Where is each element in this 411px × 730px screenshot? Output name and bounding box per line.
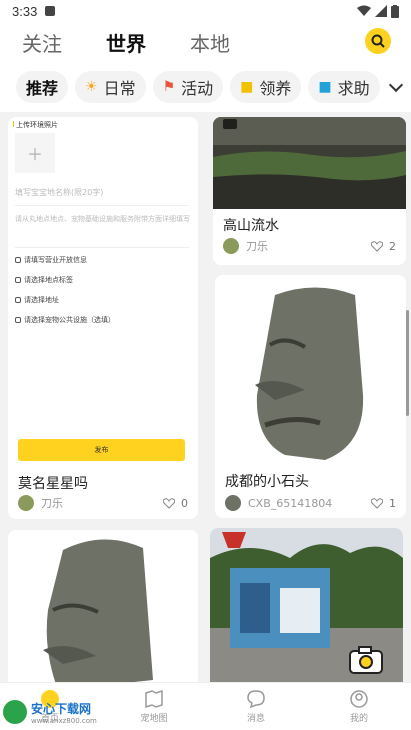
- scrollbar[interactable]: [406, 310, 409, 416]
- nav-messages[interactable]: 消息: [226, 689, 286, 724]
- add-photo-button[interactable]: ＋: [15, 133, 55, 173]
- category-daily[interactable]: ☀ 日常: [75, 71, 146, 103]
- author-name: CXB_65141804: [248, 496, 333, 510]
- sun-icon: ☀: [85, 79, 98, 95]
- name-placeholder: 填写宝宝地名称(限20字): [15, 188, 104, 197]
- category-activity[interactable]: ⚑ 活动: [152, 71, 224, 103]
- camera-button[interactable]: [349, 646, 383, 674]
- tab-local[interactable]: 本地: [190, 28, 230, 57]
- section-label: 上传环境照片: [13, 121, 58, 129]
- info-item: 请选择地址: [15, 295, 59, 305]
- status-bar: 3:33: [0, 0, 411, 22]
- watermark-url: www.anxz800.com: [31, 716, 97, 725]
- heart-icon: [371, 498, 383, 509]
- like-count: 0: [181, 497, 188, 510]
- category-bar: 推荐 ☀ 日常 ⚑ 活动 ■ 领养 ■ 求助: [0, 62, 411, 112]
- like-button[interactable]: 2: [371, 240, 396, 253]
- like-button[interactable]: 1: [371, 497, 396, 510]
- nav-profile[interactable]: 我的: [329, 689, 389, 724]
- divider: [15, 205, 189, 206]
- desc-placeholder: 请从丸地点地点、宠物基础设施和服务附带方面详细填写: [15, 215, 190, 223]
- category-help[interactable]: ■ 求助: [308, 71, 380, 103]
- post-card[interactable]: 成都的小石头 CXB_65141804 1: [215, 275, 406, 518]
- heart-icon: [371, 241, 383, 252]
- flag-icon: ⚑: [162, 79, 176, 95]
- top-tab-bar: 关注 世界 本地: [0, 22, 411, 62]
- info-text: 请选择地点标签: [24, 276, 73, 284]
- info-item: 请填写营业开放信息: [15, 255, 87, 265]
- notification-icon: [45, 6, 56, 16]
- category-recommend[interactable]: 推荐: [16, 71, 69, 103]
- profile-icon: [350, 690, 368, 708]
- camera-icon: [349, 646, 383, 674]
- category-adopt[interactable]: ■ 领养: [230, 71, 302, 103]
- nav-label: 宠地图: [140, 714, 168, 724]
- search-icon: [371, 34, 385, 48]
- post-card[interactable]: 上传环境照片 ＋ 填写宝宝地名称(限20字) 请从丸地点地点、宠物基础设施和服务…: [8, 117, 198, 519]
- category-label: 领养: [259, 79, 292, 98]
- info-text: 请填写营业开放信息: [24, 256, 87, 264]
- status-icons: [357, 4, 399, 18]
- info-text: 请选择宠物公共设施（选填）: [24, 316, 115, 324]
- nav-label: 消息: [246, 714, 265, 724]
- card-title: 高山流水: [223, 218, 279, 234]
- heart-icon: [163, 498, 175, 509]
- nav-label: 我的: [349, 714, 368, 724]
- info-item: 请选择宠物公共设施（选填）: [15, 315, 115, 325]
- status-time: 3:33: [12, 3, 38, 19]
- card-title: 成都的小石头: [225, 474, 309, 490]
- tab-follow[interactable]: 关注: [22, 28, 62, 57]
- tag-icon: [15, 277, 21, 283]
- card-author[interactable]: CXB_65141804: [225, 495, 332, 511]
- category-label: 求助: [337, 79, 370, 98]
- post-card[interactable]: 高山流水 刀乐 2: [213, 117, 406, 265]
- post-card[interactable]: [8, 530, 198, 690]
- post-card[interactable]: [210, 528, 403, 690]
- like-count: 1: [389, 497, 396, 510]
- signal-icon: [375, 5, 387, 17]
- category-label: 推荐: [26, 79, 59, 98]
- chevron-down-icon[interactable]: [388, 77, 404, 93]
- card-title: 莫名星星吗: [18, 476, 88, 492]
- map-icon: [145, 689, 163, 709]
- location-icon: [15, 297, 21, 303]
- clock-icon: [15, 257, 21, 263]
- category-label: 日常: [103, 79, 136, 98]
- like-button[interactable]: 0: [163, 497, 188, 510]
- nav-map[interactable]: 宠地图: [124, 689, 184, 724]
- wifi-icon: [357, 5, 371, 16]
- watermark-logo: [3, 700, 27, 724]
- message-icon: [247, 690, 265, 709]
- avatar: [223, 238, 239, 254]
- category-label: 活动: [181, 79, 214, 98]
- post-photo: [213, 117, 406, 209]
- publish-button[interactable]: 发布: [18, 439, 185, 461]
- like-count: 2: [389, 240, 396, 253]
- divider: [15, 247, 189, 248]
- battery-icon: [391, 4, 399, 18]
- cat-icon: ■: [240, 79, 254, 95]
- help-icon: ■: [318, 79, 332, 95]
- post-photo: [215, 275, 406, 465]
- search-button[interactable]: [365, 28, 391, 54]
- info-text: 请选择地址: [24, 296, 59, 304]
- card-author[interactable]: 刀乐: [18, 495, 63, 511]
- watermark-title: 安心下载网: [31, 701, 92, 716]
- post-photo: [8, 530, 198, 690]
- author-name: 刀乐: [246, 240, 268, 253]
- facility-icon: [15, 317, 21, 323]
- plus-icon: ＋: [26, 145, 43, 164]
- info-item: 请选择地点标签: [15, 275, 73, 285]
- avatar: [18, 495, 34, 511]
- author-name: 刀乐: [41, 497, 63, 510]
- card-author[interactable]: 刀乐: [223, 238, 268, 254]
- tab-world[interactable]: 世界: [106, 28, 146, 57]
- avatar: [225, 495, 241, 511]
- watermark: 安心下载网 www.anxz800.com: [3, 696, 113, 728]
- watermark-text: 安心下载网 www.anxz800.com: [31, 700, 97, 725]
